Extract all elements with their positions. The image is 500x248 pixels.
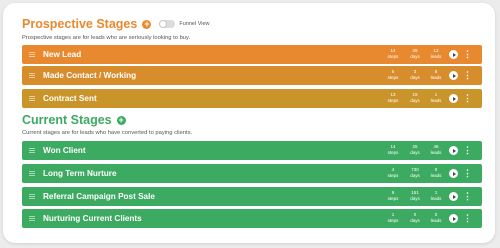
more-vertical-icon[interactable]: ⋮ xyxy=(463,144,472,157)
drag-handle-icon[interactable] xyxy=(29,52,35,57)
drag-handle-icon[interactable] xyxy=(29,216,35,221)
stage-name: Nurturing Current Clients xyxy=(43,214,142,223)
stage-days: 19 days xyxy=(410,92,420,103)
play-circle-icon[interactable] xyxy=(449,214,458,223)
funnel-view-toggle[interactable] xyxy=(159,20,176,28)
stage-leads: 8 leads xyxy=(430,167,442,178)
prospective-header: Prospective Stages + Funnel View xyxy=(22,17,210,31)
stage-leads: 8 leads xyxy=(430,69,442,80)
current-description: Current stages are for leads who have co… xyxy=(22,130,193,136)
stage-name: New Lead xyxy=(43,50,82,59)
stage-days: 0 days xyxy=(410,212,420,223)
stage-row-won-client[interactable]: Won Client 14 steps 25 days 48 leads ⋮ xyxy=(22,141,482,160)
drag-handle-icon[interactable] xyxy=(29,194,35,199)
add-prospective-stage-icon[interactable]: + xyxy=(142,19,152,29)
play-circle-icon[interactable] xyxy=(449,71,458,80)
stage-leads: 1 leads xyxy=(430,92,442,103)
prospective-title: Prospective Stages xyxy=(22,17,138,31)
more-vertical-icon[interactable]: ⋮ xyxy=(463,92,472,105)
stage-row-nurturing-current-clients[interactable]: Nurturing Current Clients 1 steps 0 days 0… xyxy=(22,209,482,228)
funnel-view-label: Funnel View xyxy=(179,21,210,27)
more-vertical-icon[interactable]: ⋮ xyxy=(463,212,472,225)
stage-days: 29 days xyxy=(410,48,420,59)
stage-leads: 1 leads xyxy=(430,190,442,201)
stage-row-made-contact[interactable]: Made Contact / Working 6 steps 3 days 8 lea… xyxy=(22,66,482,85)
stage-name: Referral Campaign Post Sale xyxy=(43,192,155,201)
stage-name: Won Client xyxy=(43,146,86,155)
drag-handle-icon[interactable] xyxy=(29,148,35,153)
stage-days: 730 days xyxy=(410,167,420,178)
stage-leads: 0 leads xyxy=(430,212,442,223)
stage-days: 151 days xyxy=(410,190,420,201)
play-circle-icon[interactable] xyxy=(449,169,458,178)
current-title: Current Stages xyxy=(22,113,112,127)
stage-steps: 13 steps xyxy=(387,92,399,103)
more-vertical-icon[interactable]: ⋮ xyxy=(463,167,472,180)
stage-name: Made Contact / Working xyxy=(43,71,137,80)
stage-steps: 9 steps xyxy=(387,190,399,201)
stage-name: Long Term Nurture xyxy=(43,169,117,178)
play-circle-icon[interactable] xyxy=(449,94,458,103)
more-vertical-icon[interactable]: ⋮ xyxy=(463,69,472,82)
stage-row-new-lead[interactable]: New Lead 14 steps 29 days 13 leads ⋮ xyxy=(22,45,482,64)
drag-handle-icon[interactable] xyxy=(29,171,35,176)
drag-handle-icon[interactable] xyxy=(29,96,35,101)
stage-steps: 4 steps xyxy=(387,167,399,178)
more-vertical-icon[interactable]: ⋮ xyxy=(463,48,472,61)
drag-handle-icon[interactable] xyxy=(29,73,35,78)
more-vertical-icon[interactable]: ⋮ xyxy=(463,190,472,203)
prospective-description: Prospective stages are for leads who are… xyxy=(22,35,191,41)
play-circle-icon[interactable] xyxy=(449,50,458,59)
play-circle-icon[interactable] xyxy=(449,146,458,155)
stage-name: Contract Sent xyxy=(43,94,97,103)
add-current-stage-icon[interactable]: + xyxy=(116,115,126,125)
stage-days: 25 days xyxy=(410,144,420,155)
stage-steps: 14 steps xyxy=(387,48,399,59)
stage-steps: 1 steps xyxy=(387,212,399,223)
stage-days: 3 days xyxy=(410,69,420,80)
stage-row-referral-campaign[interactable]: Referral Campaign Post Sale 9 steps 151 da… xyxy=(22,187,482,206)
stage-steps: 14 steps xyxy=(387,144,399,155)
current-header: Current Stages + xyxy=(22,113,126,127)
play-circle-icon[interactable] xyxy=(449,192,458,201)
stage-steps: 6 steps xyxy=(387,69,399,80)
stage-leads: 13 leads xyxy=(430,48,442,59)
stages-card: Prospective Stages + Funnel View Prospec… xyxy=(3,3,495,243)
stage-row-long-term-nurture[interactable]: Long Term Nurture 4 steps 730 days 8 leads … xyxy=(22,164,482,183)
stage-row-contract-sent[interactable]: Contract Sent 13 steps 19 days 1 leads ⋮ xyxy=(22,89,482,108)
toggle-knob xyxy=(159,20,168,28)
stage-leads: 48 leads xyxy=(430,144,442,155)
